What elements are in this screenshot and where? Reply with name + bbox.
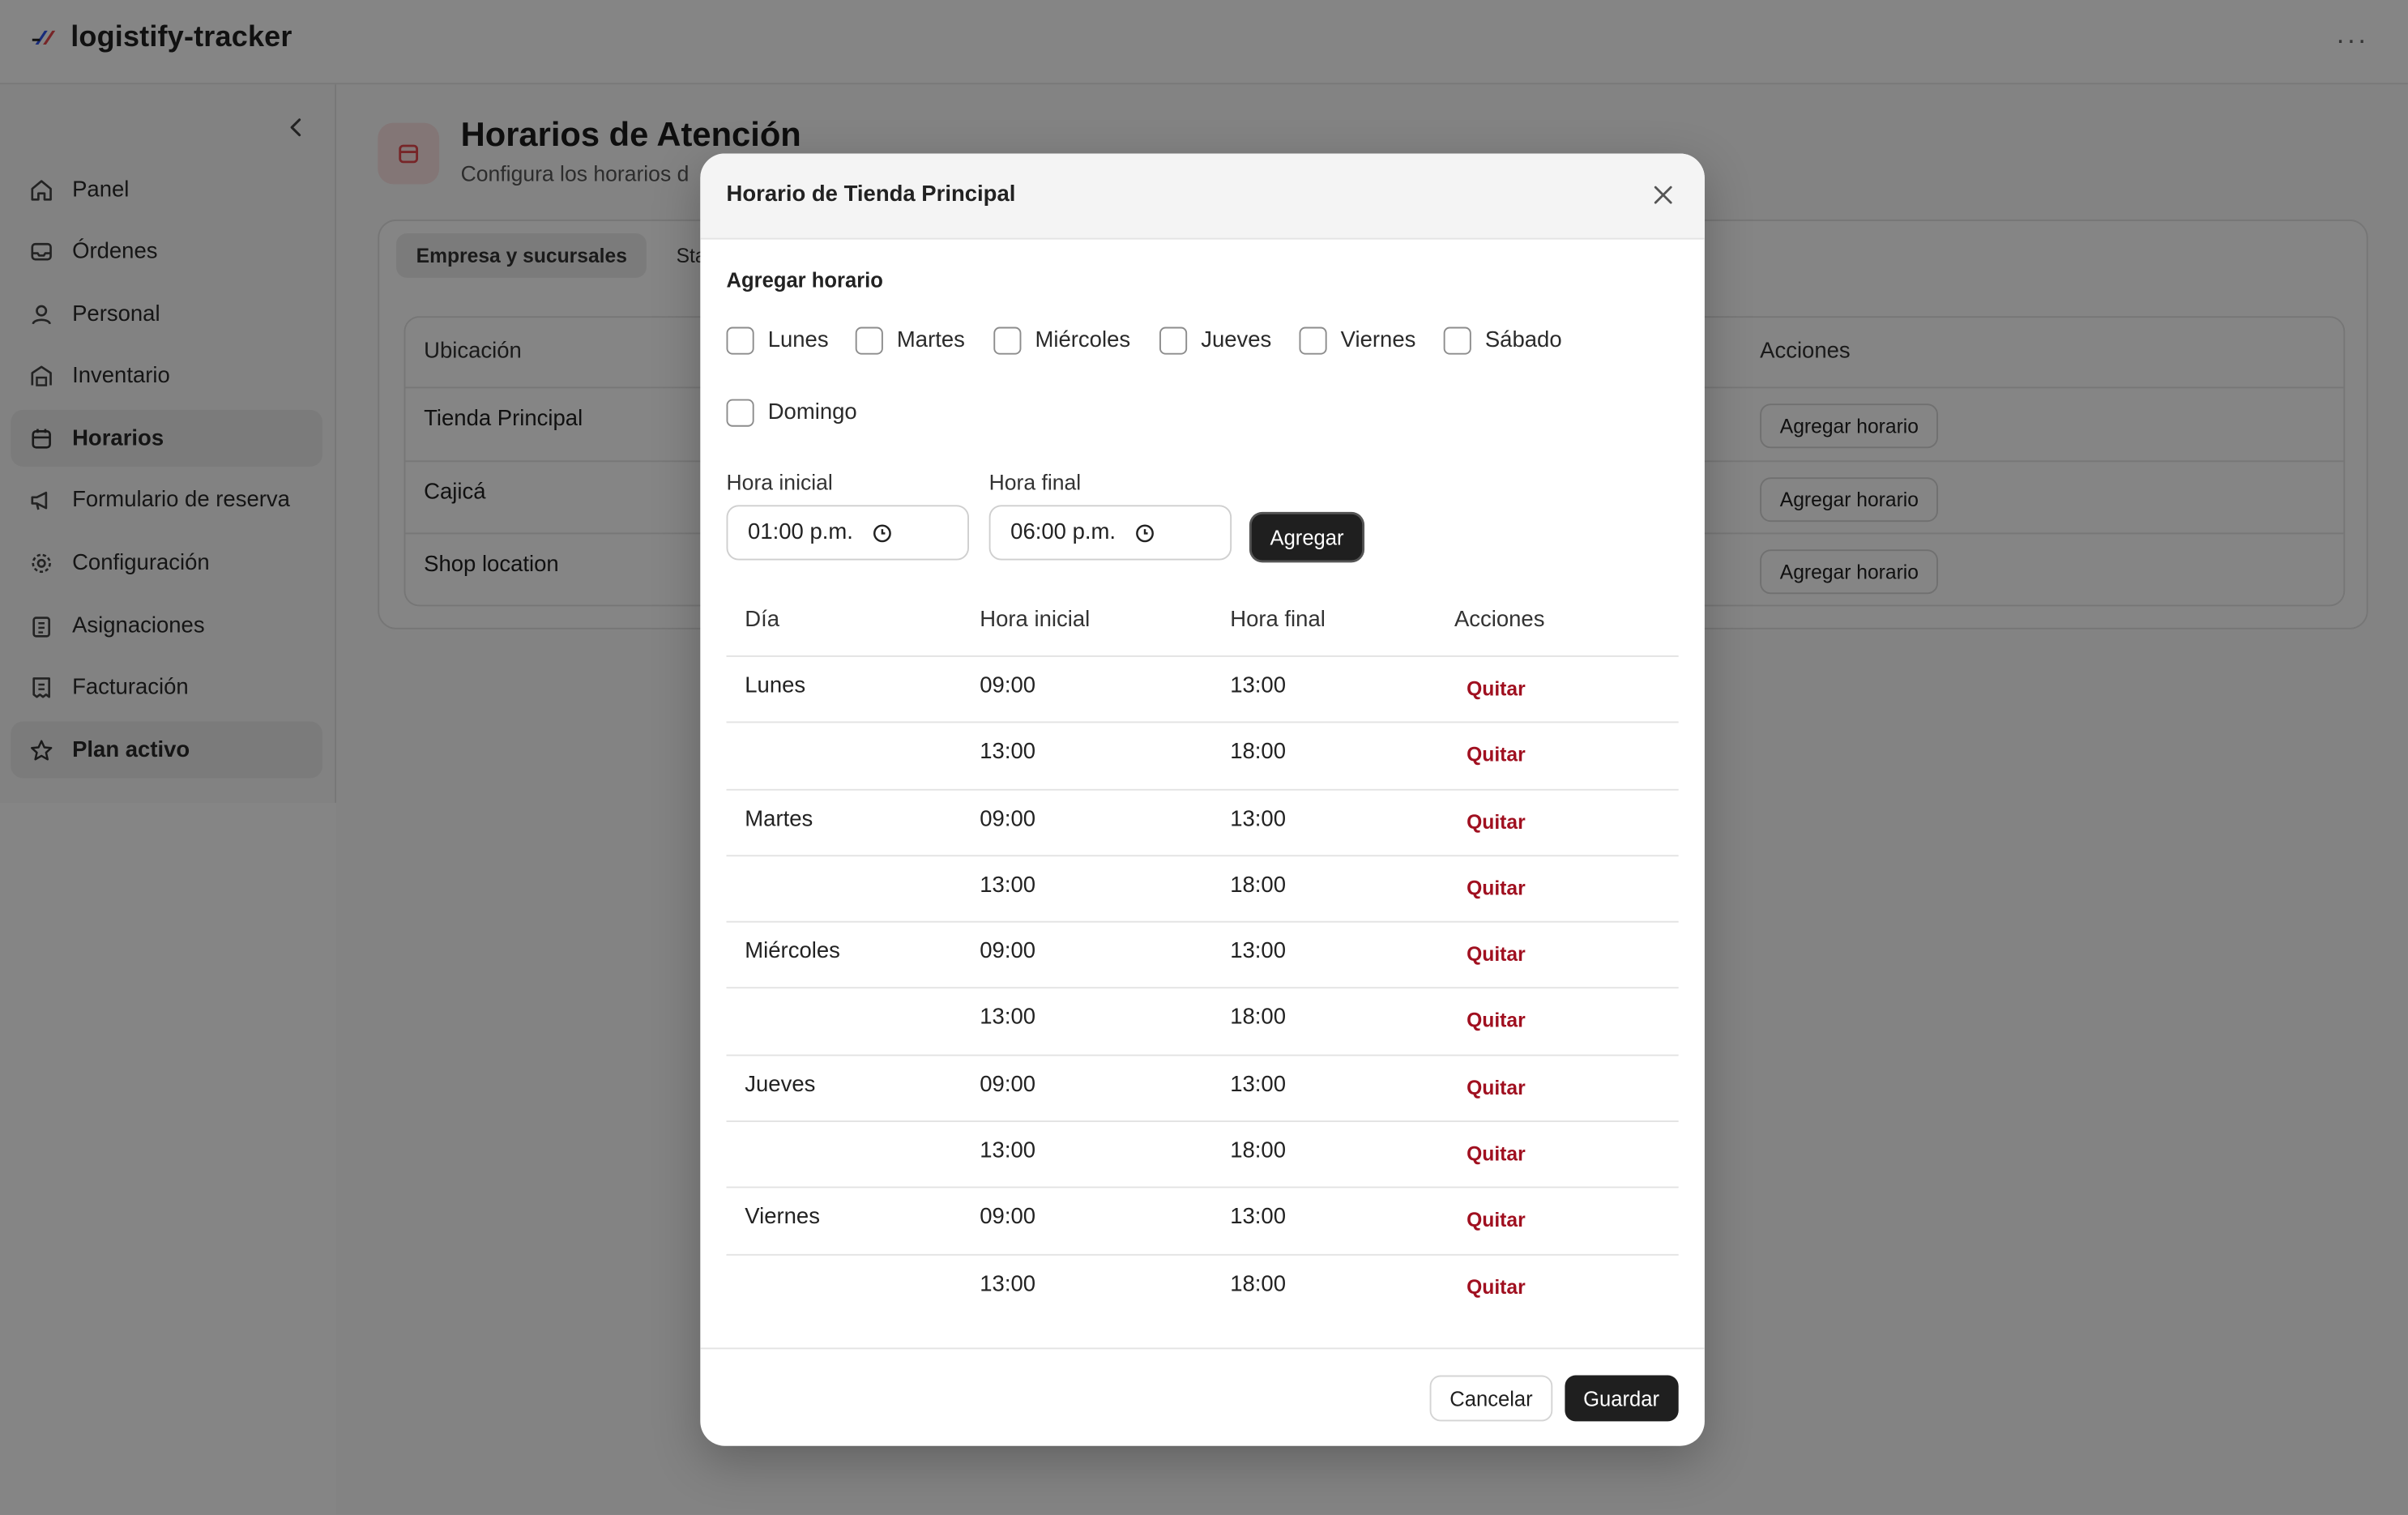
- end-time-cell: 13:00: [1230, 673, 1287, 699]
- table-row: Jueves 09:00 13:00 Quitar: [726, 1056, 1679, 1123]
- end-time-cell: 13:00: [1230, 1205, 1287, 1231]
- remove-button[interactable]: Quitar: [1467, 877, 1526, 899]
- end-time-cell: 18:00: [1230, 1272, 1287, 1297]
- end-time-input[interactable]: 06:00 p.m.: [988, 505, 1232, 561]
- start-time-cell: 09:00: [980, 673, 1036, 699]
- column-header-hora-inicial: Hora inicial: [980, 608, 1091, 633]
- checkbox[interactable]: [1299, 326, 1327, 355]
- start-time-cell: 13:00: [980, 1272, 1036, 1297]
- checkbox[interactable]: [855, 326, 883, 355]
- day-label: Sábado: [1484, 328, 1562, 353]
- end-time-cell: 18:00: [1230, 1138, 1287, 1164]
- schedule-table: Día Hora inicial Hora final Acciones Lun…: [726, 591, 1679, 1321]
- start-time-cell: 13:00: [980, 740, 1036, 766]
- remove-button[interactable]: Quitar: [1467, 1009, 1526, 1032]
- modal-title: Horario de Tienda Principal: [726, 182, 1016, 207]
- day-checkbox-viernes[interactable]: Viernes: [1299, 326, 1416, 355]
- remove-button[interactable]: Quitar: [1467, 677, 1526, 700]
- table-row: Lunes 09:00 13:00 Quitar: [726, 657, 1679, 723]
- clock-icon[interactable]: [872, 523, 892, 543]
- table-row: 13:00 18:00 Quitar: [726, 723, 1679, 790]
- add-button[interactable]: Agregar: [1251, 514, 1363, 561]
- day-checkbox-lunes[interactable]: Lunes: [726, 326, 829, 355]
- day-cell: Viernes: [745, 1205, 820, 1231]
- checkbox[interactable]: [1443, 326, 1471, 355]
- day-checkbox-martes[interactable]: Martes: [855, 326, 965, 355]
- table-row: 13:00 18:00 Quitar: [727, 1255, 1679, 1321]
- remove-button[interactable]: Quitar: [1467, 744, 1526, 766]
- day-cell: Jueves: [745, 1072, 816, 1098]
- checkbox[interactable]: [726, 399, 754, 427]
- checkbox[interactable]: [726, 326, 754, 355]
- start-time-cell: 09:00: [980, 939, 1036, 965]
- table-row: 13:00 18:00 Quitar: [726, 856, 1679, 924]
- remove-button[interactable]: Quitar: [1467, 1076, 1526, 1099]
- day-label: Domingo: [767, 400, 857, 425]
- remove-button[interactable]: Quitar: [1467, 943, 1526, 966]
- start-time-input[interactable]: 01:00 p.m.: [726, 505, 969, 561]
- day-label: Martes: [896, 328, 965, 353]
- table-row: Viernes 09:00 13:00 Quitar: [726, 1189, 1679, 1256]
- cancel-button[interactable]: Cancelar: [1429, 1375, 1553, 1422]
- start-time-label: Hora inicial: [726, 469, 833, 495]
- day-checkbox-miercoles[interactable]: Miércoles: [993, 326, 1131, 355]
- close-icon[interactable]: [1652, 184, 1674, 206]
- modal-footer: Cancelar Guardar: [700, 1347, 1705, 1445]
- end-time-cell: 18:00: [1230, 1005, 1287, 1031]
- day-label: Jueves: [1201, 328, 1272, 353]
- remove-button[interactable]: Quitar: [1467, 810, 1526, 833]
- modal-header: Horario de Tienda Principal: [700, 153, 1705, 240]
- table-row: 13:00 18:00 Quitar: [726, 1122, 1679, 1189]
- day-cell: Lunes: [745, 673, 806, 699]
- end-time-cell: 13:00: [1230, 1072, 1287, 1098]
- app-window: logistify-tracker ··· Panel Órdenes Pers…: [0, 0, 2408, 1515]
- table-row: Miércoles 09:00 13:00 Quitar: [726, 923, 1679, 990]
- start-time-cell: 09:00: [980, 806, 1036, 832]
- clock-icon[interactable]: [1134, 523, 1155, 543]
- day-checkbox-domingo[interactable]: Domingo: [726, 399, 857, 427]
- day-cell: Martes: [745, 806, 813, 832]
- end-time-label: Hora final: [988, 469, 1082, 495]
- table-header: Día Hora inicial Hora final Acciones: [726, 591, 1679, 657]
- start-time-cell: 09:00: [980, 1072, 1036, 1098]
- checkbox[interactable]: [1159, 326, 1188, 355]
- start-time-cell: 09:00: [980, 1205, 1036, 1231]
- end-time-cell: 13:00: [1230, 939, 1287, 965]
- remove-button[interactable]: Quitar: [1467, 1142, 1526, 1165]
- column-header-acciones: Acciones: [1454, 608, 1545, 633]
- day-cell: Miércoles: [745, 939, 840, 965]
- column-header-hora-final: Hora final: [1230, 608, 1326, 633]
- table-row: 13:00 18:00 Quitar: [726, 989, 1679, 1056]
- section-title: Agregar horario: [726, 268, 883, 292]
- column-header-dia: Día: [745, 608, 780, 633]
- checkbox[interactable]: [993, 326, 1022, 355]
- end-time-cell: 13:00: [1230, 806, 1287, 832]
- start-time-cell: 13:00: [980, 873, 1036, 898]
- schedule-modal: Horario de Tienda Principal Agregar hora…: [700, 153, 1705, 1446]
- table-row: Martes 09:00 13:00 Quitar: [726, 790, 1679, 856]
- start-time-cell: 13:00: [980, 1138, 1036, 1164]
- end-time-cell: 18:00: [1230, 873, 1287, 898]
- day-label: Viernes: [1340, 328, 1416, 353]
- start-time-cell: 13:00: [980, 1005, 1036, 1031]
- remove-button[interactable]: Quitar: [1467, 1209, 1526, 1231]
- day-label: Miércoles: [1035, 328, 1131, 353]
- day-label: Lunes: [767, 328, 829, 353]
- start-time-value: 01:00 p.m.: [748, 520, 853, 545]
- remove-button[interactable]: Quitar: [1467, 1275, 1526, 1298]
- day-checkbox-sabado[interactable]: Sábado: [1443, 326, 1562, 355]
- save-button[interactable]: Guardar: [1565, 1375, 1678, 1422]
- day-checkbox-jueves[interactable]: Jueves: [1159, 326, 1272, 355]
- end-time-value: 06:00 p.m.: [1010, 520, 1116, 545]
- end-time-cell: 18:00: [1230, 740, 1287, 766]
